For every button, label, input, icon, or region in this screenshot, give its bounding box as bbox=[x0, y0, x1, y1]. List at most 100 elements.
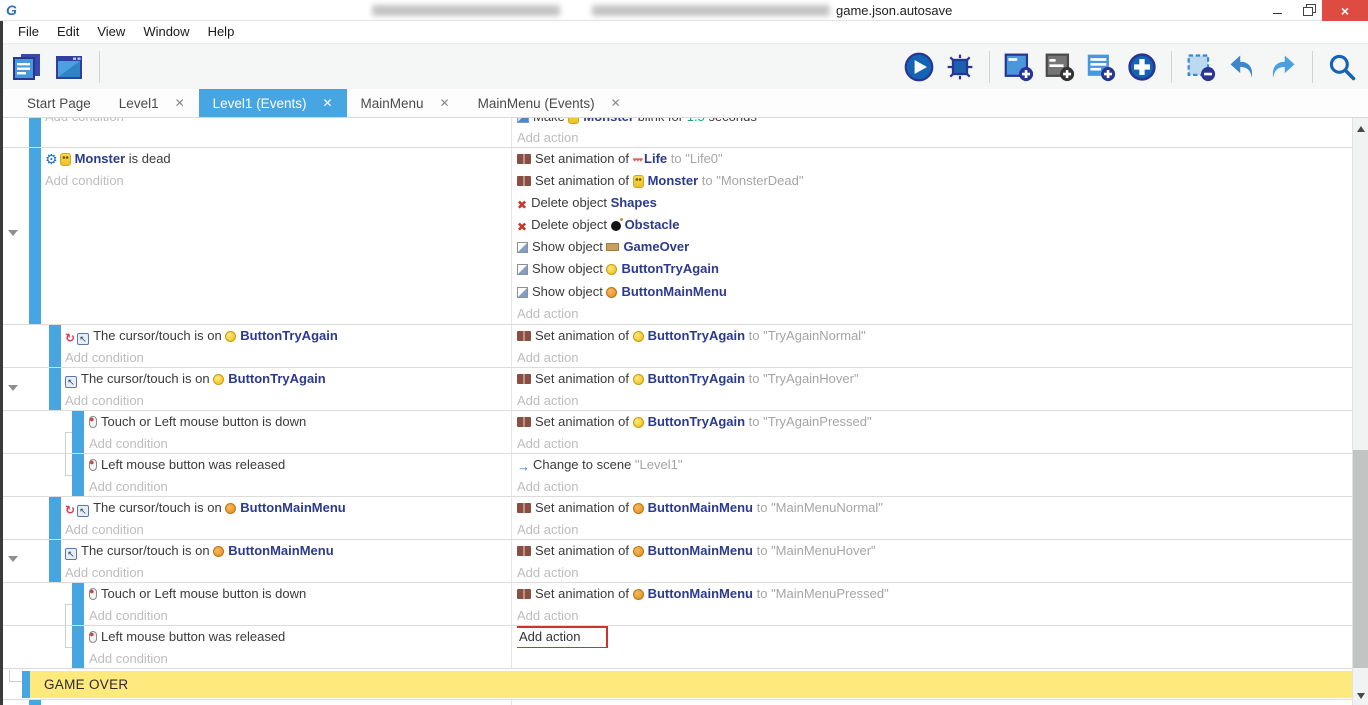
debugger-icon[interactable] bbox=[944, 51, 976, 83]
add-action-button[interactable]: Add action bbox=[517, 306, 578, 321]
tab-mainmenu[interactable]: MainMenu ✕ bbox=[347, 89, 464, 117]
add-condition-button[interactable]: Add condition bbox=[89, 479, 168, 494]
redo-icon[interactable] bbox=[1267, 51, 1299, 83]
instruction-text: The cursor/touch is on bbox=[81, 371, 213, 386]
action-row[interactable]: Set animation of ButtonMainMenu to "Main… bbox=[517, 497, 1352, 519]
scrollbar-thumb[interactable] bbox=[1353, 450, 1368, 668]
menu-item-edit[interactable]: Edit bbox=[48, 21, 88, 43]
add-action-button[interactable]: Add action bbox=[517, 565, 578, 580]
add-action-button[interactable]: Add action bbox=[517, 608, 578, 623]
action-row[interactable]: Set animation of Monster to "MonsterDead… bbox=[517, 170, 1352, 192]
conditions-cell: ↖The cursor/touch is on ButtonTryAgain Ad… bbox=[3, 368, 512, 410]
condition-row[interactable]: ↖The cursor/touch is on ButtonTryAgain bbox=[65, 368, 511, 390]
delete-event-icon[interactable] bbox=[1185, 51, 1217, 83]
add-condition-button[interactable]: Add condition bbox=[65, 565, 144, 580]
collapse-arrow-icon[interactable] bbox=[8, 230, 18, 236]
project-manager-icon[interactable] bbox=[11, 51, 43, 83]
action-row[interactable]: Set animation of ♥♥♥Life to "Life0" bbox=[517, 148, 1352, 170]
tab-level1-events[interactable]: Level1 (Events) ✕ bbox=[199, 89, 347, 117]
undo-icon[interactable] bbox=[1226, 51, 1258, 83]
tab-close-icon[interactable]: ✕ bbox=[175, 96, 185, 110]
tab-level1[interactable]: Level1 ✕ bbox=[105, 89, 199, 117]
scroll-up-icon[interactable] bbox=[1357, 126, 1365, 132]
scroll-down-icon[interactable] bbox=[1357, 693, 1365, 699]
menu-item-view[interactable]: View bbox=[88, 21, 134, 43]
add-action-button[interactable]: Add action bbox=[517, 393, 578, 408]
add-condition-button[interactable]: Add condition bbox=[65, 393, 144, 408]
tree-connector bbox=[65, 647, 72, 648]
del-icon: ✖ bbox=[517, 216, 527, 236]
condition-row[interactable]: Touch or Left mouse button is down bbox=[89, 411, 511, 433]
instruction-text: seconds bbox=[705, 118, 757, 124]
collapse-arrow-icon[interactable] bbox=[8, 556, 18, 562]
menu-item-help[interactable]: Help bbox=[199, 21, 244, 43]
action-row[interactable]: Set animation of ButtonMainMenu to "Main… bbox=[517, 540, 1352, 562]
minimize-button[interactable] bbox=[1262, 0, 1292, 21]
add-action-button[interactable]: Add action bbox=[517, 522, 578, 537]
action-row[interactable]: ✖Delete object Shapes bbox=[517, 192, 1352, 214]
condition-row[interactable]: ↻↖The cursor/touch is on ButtonMainMenu bbox=[65, 497, 511, 519]
action-row[interactable]: Show object ButtonTryAgain bbox=[517, 258, 1352, 280]
minimize-icon bbox=[1273, 13, 1282, 14]
object-name: ButtonTryAgain bbox=[228, 371, 326, 386]
tab-close-icon[interactable]: ✕ bbox=[440, 96, 450, 110]
object-name: GameOver bbox=[623, 239, 689, 254]
vertical-scrollbar[interactable] bbox=[1352, 118, 1368, 705]
tab-close-icon[interactable]: ✕ bbox=[611, 96, 621, 110]
tab-mainmenu-events[interactable]: MainMenu (Events) ✕ bbox=[464, 89, 635, 117]
add-event-icon[interactable] bbox=[1003, 51, 1035, 83]
menu-item-window[interactable]: Window bbox=[134, 21, 198, 43]
add-condition-button[interactable]: Add condition bbox=[89, 436, 168, 451]
restore-button[interactable] bbox=[1292, 0, 1322, 21]
add-comment-icon[interactable] bbox=[1044, 51, 1076, 83]
collapse-arrow-icon[interactable] bbox=[8, 385, 18, 391]
condition-row[interactable]: ↖The cursor/touch is on ButtonMainMenu bbox=[65, 540, 511, 562]
instruction-text: 1.5 bbox=[687, 118, 705, 124]
coin-o-icon bbox=[633, 589, 644, 600]
action-row[interactable]: Set animation of ButtonTryAgain to "TryA… bbox=[517, 325, 1352, 347]
add-subevent-icon[interactable] bbox=[1085, 51, 1117, 83]
action-row[interactable]: →Change to scene "Level1" bbox=[517, 454, 1352, 476]
add-action-button-highlighted[interactable]: Add action bbox=[517, 626, 608, 648]
action-row[interactable]: Set animation of ButtonMainMenu to "Main… bbox=[517, 583, 1352, 605]
scene-editor-icon[interactable] bbox=[53, 51, 85, 83]
action-row[interactable]: Show object ButtonMainMenu bbox=[517, 281, 1352, 303]
tab-start-page[interactable]: Start Page bbox=[13, 89, 105, 117]
add-action-button[interactable]: Add action bbox=[517, 479, 578, 494]
instruction-text: is dead bbox=[125, 151, 171, 166]
action-row[interactable]: Set animation of ButtonTryAgain to "TryA… bbox=[517, 368, 1352, 390]
preview-play-icon[interactable] bbox=[903, 51, 935, 83]
event-selection-bar bbox=[22, 671, 30, 698]
blink-icon bbox=[517, 118, 529, 123]
instruction-text: "MainMenuHover" bbox=[771, 543, 876, 558]
add-condition-button[interactable]: Add condition bbox=[89, 608, 168, 623]
add-condition-button[interactable]: Add condition bbox=[45, 173, 124, 188]
condition-row[interactable]: Left mouse button was released bbox=[89, 454, 511, 476]
action-row[interactable]: ✖Delete object Obstacle bbox=[517, 214, 1352, 236]
close-button[interactable]: × bbox=[1322, 0, 1368, 21]
comment-game-over[interactable]: GAME OVER bbox=[3, 670, 1352, 699]
instruction-text: Set animation of bbox=[535, 371, 633, 386]
add-condition-button[interactable]: Add condition bbox=[65, 350, 144, 365]
object-name: ButtonTryAgain bbox=[240, 328, 338, 343]
menu-item-file[interactable]: File bbox=[9, 21, 48, 43]
tab-close-icon[interactable]: ✕ bbox=[322, 96, 332, 110]
condition-row[interactable]: ↻↖The cursor/touch is on ButtonTryAgain bbox=[65, 325, 511, 347]
add-action-button[interactable]: Add action bbox=[517, 130, 578, 145]
conditions-cell: ↖The cursor/touch is on ButtonMainMenu Ad… bbox=[3, 540, 512, 582]
add-action-button[interactable]: Add action bbox=[517, 350, 578, 365]
search-icon[interactable] bbox=[1326, 51, 1358, 83]
add-condition-button[interactable]: Add condition bbox=[45, 118, 124, 124]
condition-row[interactable]: Touch or Left mouse button is down bbox=[89, 583, 511, 605]
add-condition-button[interactable]: Add condition bbox=[65, 522, 144, 537]
condition-row[interactable]: Left mouse button was released bbox=[89, 626, 511, 648]
action-row[interactable]: Show object GameOver bbox=[517, 236, 1352, 258]
action-row[interactable]: Set animation of ButtonTryAgain to "TryA… bbox=[517, 411, 1352, 433]
instruction-text: to bbox=[753, 586, 771, 601]
condition-row[interactable]: ⚙Monster is dead bbox=[45, 148, 511, 170]
add-condition-button[interactable]: Add condition bbox=[89, 651, 168, 666]
action-row[interactable]: Make Monster blink for 1.5 seconds bbox=[517, 118, 1352, 127]
add-other-event-icon[interactable] bbox=[1126, 51, 1158, 83]
add-action-button[interactable]: Add action bbox=[517, 436, 578, 451]
event-selection-bar[interactable] bbox=[29, 700, 41, 705]
